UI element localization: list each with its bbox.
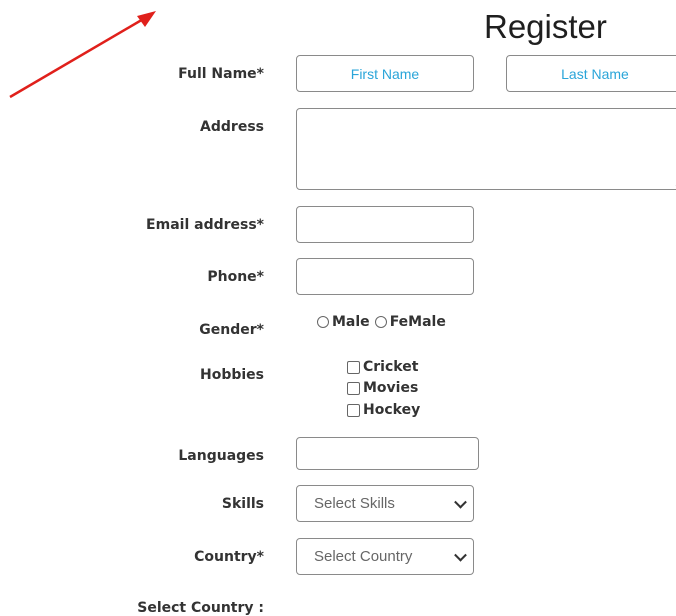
address-label: Address bbox=[200, 119, 264, 135]
hobbies-label: Hobbies bbox=[199, 367, 264, 383]
chevron-down-icon bbox=[454, 548, 467, 562]
page-title: Register bbox=[484, 8, 607, 45]
last-name-input[interactable]: Last Name bbox=[506, 55, 676, 92]
gender-label: Gender* bbox=[199, 322, 264, 338]
hobby-hockey: Hockey bbox=[347, 402, 420, 418]
address-textarea[interactable] bbox=[296, 108, 676, 190]
hobby-cricket: Cricket bbox=[347, 359, 418, 375]
skills-label: Skills bbox=[221, 496, 264, 512]
country-select-value: Select Country bbox=[314, 548, 413, 565]
phone-label: Phone* bbox=[207, 269, 264, 285]
hobby-hockey-label: Hockey bbox=[363, 402, 421, 418]
hobby-cricket-label: Cricket bbox=[363, 359, 419, 375]
hobby-cricket-checkbox[interactable] bbox=[347, 360, 360, 374]
gender-male-radio[interactable] bbox=[317, 316, 329, 328]
hobby-movies-checkbox[interactable] bbox=[347, 381, 360, 395]
hobby-movies: Movies bbox=[347, 380, 418, 396]
gender-options: Male FeMale bbox=[317, 314, 446, 330]
annotation-arrow bbox=[9, 11, 156, 99]
languages-label: Languages bbox=[178, 448, 264, 464]
languages-input[interactable] bbox=[296, 437, 479, 470]
hobby-movies-label: Movies bbox=[363, 380, 419, 396]
country-label: Country* bbox=[194, 549, 264, 565]
hobby-hockey-checkbox[interactable] bbox=[347, 403, 360, 417]
first-name-input[interactable]: First Name bbox=[296, 55, 474, 92]
full-name-label: Full Name* bbox=[178, 66, 264, 82]
gender-female-radio[interactable] bbox=[374, 316, 387, 328]
gender-female-label: FeMale bbox=[389, 314, 446, 330]
country-select[interactable]: Select Country bbox=[296, 538, 474, 575]
phone-input[interactable] bbox=[296, 258, 474, 295]
email-label: Email address* bbox=[146, 217, 264, 233]
skills-select-value: Select Skills bbox=[314, 495, 395, 512]
email-input[interactable] bbox=[296, 206, 474, 243]
skills-select[interactable]: Select Skills bbox=[296, 485, 474, 522]
chevron-down-icon bbox=[454, 495, 467, 509]
gender-male-label: Male bbox=[332, 314, 370, 330]
